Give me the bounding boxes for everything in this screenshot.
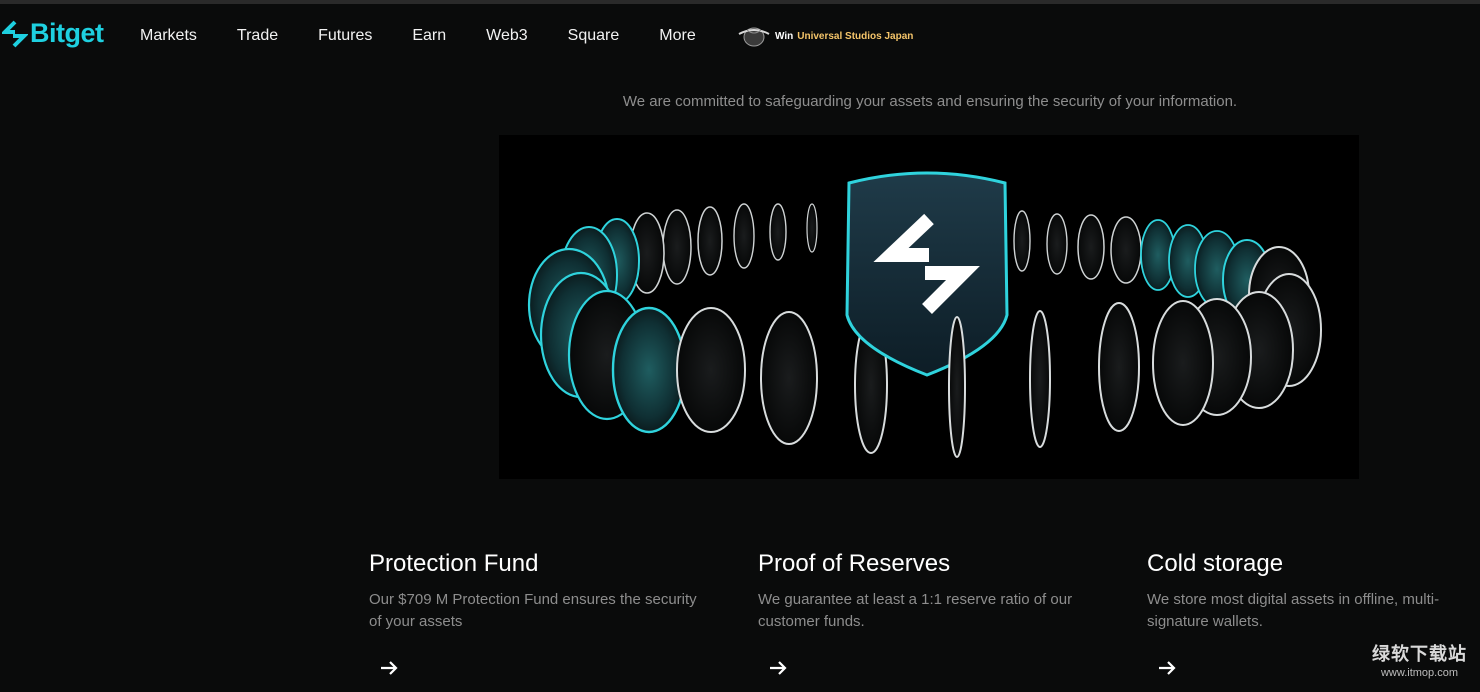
shield-logo-icon [845,171,1009,377]
main-nav: Markets Trade Futures Earn Web3 Square M… [140,26,736,46]
security-hero-image [499,135,1359,479]
watermark-url: www.itmop.com [1380,667,1459,679]
feature-title: Proof of Reserves [758,550,951,577]
top-border [0,0,1480,4]
nav-markets[interactable]: Markets [140,26,197,46]
feature-title: Cold storage [1147,550,1284,577]
nav-web3[interactable]: Web3 [486,26,528,46]
brand-name: Bitget [30,18,104,48]
bitget-logo[interactable]: Bitget [2,18,104,49]
arrow-right-icon[interactable] [766,656,790,680]
feature-card-proof-of-reserves: Proof of Reserves We guarantee at least … [758,549,1088,675]
nav-square[interactable]: Square [568,26,620,46]
bitget-logo-icon [2,20,28,47]
nav-more[interactable]: More [659,26,695,46]
promo-link[interactable]: Win Universal Studios Japan [737,24,913,48]
arrow-right-icon[interactable] [377,656,401,680]
security-tagline: We are committed to safeguarding your as… [622,93,1238,110]
coin-ring-right [1013,210,1322,448]
universal-globe-icon [738,27,770,47]
feature-card-protection-fund: Protection Fund Our $709 M Protection Fu… [369,549,699,675]
promo-name-text: Universal Studios Japan [797,30,914,42]
site-watermark: 绿软下载站 www.itmop.com [1372,640,1467,679]
nav-earn[interactable]: Earn [412,26,446,46]
feature-card-cold-storage: Cold storage We store most digital asset… [1147,549,1477,675]
feature-description: We guarantee at least a 1:1 reserve rati… [758,591,1073,630]
promo-win-text: Win [775,30,794,42]
feature-description: Our $709 M Protection Fund ensures the s… [369,591,697,630]
arrow-right-icon[interactable] [1155,656,1179,680]
nav-trade[interactable]: Trade [237,26,278,46]
coin-ring-left [527,203,888,454]
feature-description: We store most digital assets in offline,… [1147,591,1440,630]
nav-futures[interactable]: Futures [318,26,372,46]
feature-title: Protection Fund [369,550,539,577]
watermark-cn: 绿软下载站 [1372,644,1467,664]
